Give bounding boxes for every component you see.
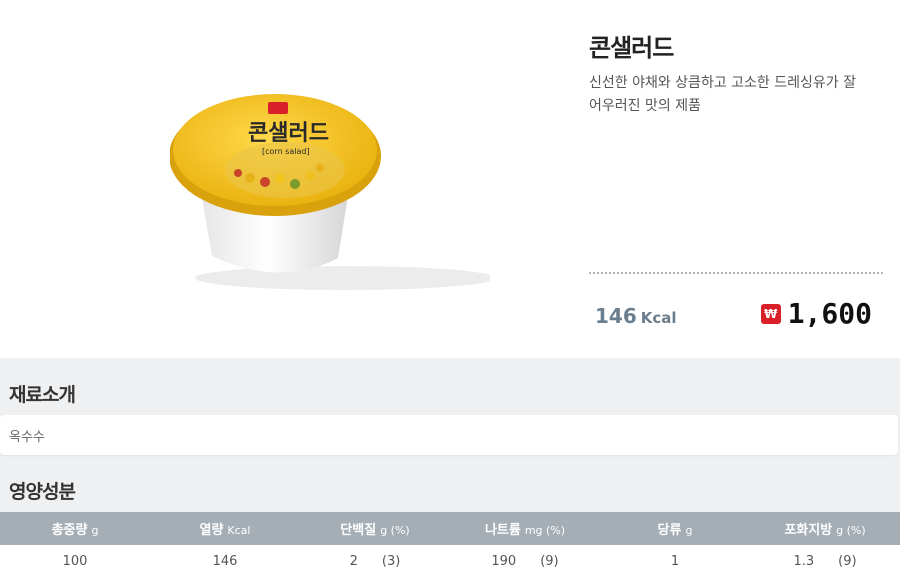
nutrition-header-row: 총중량 g 열량 Kcal 단백질 g (%) 나트륨 mg (%) 당류 g 포화지방 g… <box>0 512 900 545</box>
image-brand-subtext: [corn salad] <box>262 147 310 156</box>
product-description: 신선한 야채와 상큼하고 고소한 드레싱유가 잘 어우러진 맛의 제품 <box>589 75 856 114</box>
value-sugar: 1 <box>670 554 680 569</box>
value-calories: 146 <box>212 554 238 569</box>
price: ₩ 1,600 <box>760 297 872 330</box>
ingredients-title: 재료소개 <box>9 384 76 406</box>
header-protein: 단백질 g (%) <box>340 523 410 538</box>
header-total-weight: 총중량 g <box>51 523 99 538</box>
product-image: 콘샐러드 [corn salad] <box>170 94 490 290</box>
nutrition-table: 총중량 g 열량 Kcal 단백질 g (%) 나트륨 mg (%) 당류 g 포화지방 g… <box>0 512 900 574</box>
nutrition-value-row: 100 146 2 (3) 190 (9) 1 1.3 (9) <box>0 545 900 574</box>
value-saturated-fat: 1.3 (9) <box>793 554 857 569</box>
calorie-unit: Kcal <box>640 309 677 327</box>
header-sodium: 나트륨 mg (%) <box>484 523 566 538</box>
divider <box>589 272 883 274</box>
image-brand-text: 콘샐러드 <box>248 121 329 146</box>
product-card: 콘샐러드 [corn salad] 콘샐러드 신선한 야채와 상큼하고 고소한 … <box>0 0 900 358</box>
value-sodium: 190 (9) <box>491 554 559 569</box>
header-saturated-fat: 포화지방 g (%) <box>784 523 866 538</box>
nutrition-title: 영양성분 <box>9 481 76 503</box>
ingredients-text: 옥수수 <box>9 430 45 445</box>
header-calories: 열량 Kcal <box>199 523 251 538</box>
price-value: 1,600 <box>787 297 872 330</box>
won-icon: ₩ <box>760 303 781 324</box>
value-total-weight: 100 <box>62 554 88 569</box>
calorie-info: 146 Kcal <box>595 304 677 328</box>
product-title: 콘샐러드 <box>589 34 674 62</box>
ingredients-box: 옥수수 <box>0 415 898 455</box>
header-sugar: 당류 g <box>657 523 693 538</box>
value-protein: 2 (3) <box>349 554 401 569</box>
calorie-value: 146 <box>595 304 637 328</box>
